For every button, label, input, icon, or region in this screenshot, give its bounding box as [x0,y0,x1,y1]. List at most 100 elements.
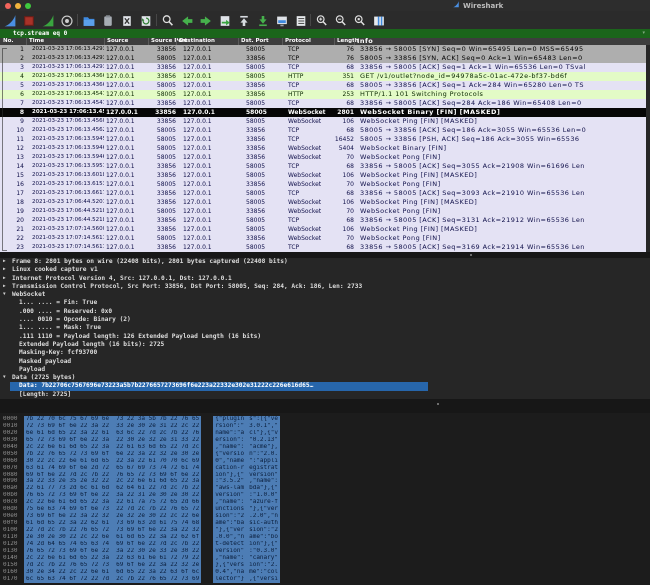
hex-row-0090[interactable]: 0090 3a 22 33 2e 35 2e 32 22 2c 22 6e 61 6… [0,478,650,486]
packet-row-10[interactable]: 102021-03-23 17:06:13.456244127.0.0.1580… [0,126,650,135]
packet-row-15[interactable]: 152021-03-23 17:06:13.601861127.0.0.1338… [0,171,650,180]
zoom-out-icon[interactable] [334,13,348,27]
hex-row-0060[interactable]: 0060 30 22 2c 22 6e 61 6d 65 22 3a 22 61 7… [0,457,650,465]
detail-line[interactable]: ▶ Linux cooked capture v1 [0,266,650,274]
detail-line[interactable]: ▼ WebSocket [0,291,650,299]
packet-row-7[interactable]: 72021-03-23 17:06:13.454141127.0.0.13385… [0,99,650,108]
packet-row-6[interactable]: 62021-03-23 17:06:13.454111127.0.0.15800… [0,90,650,99]
column-header-no[interactable]: No. [0,38,26,45]
packet-row-23[interactable]: 232021-03-23 17:07:14.561170127.0.0.1338… [0,243,650,252]
hex-row-00c0[interactable]: 00c0 2c 22 6e 61 6d 65 22 3a 22 61 7a 75 7… [0,499,650,507]
detail-line[interactable]: ▼ Data (2725 bytes) [0,374,650,382]
go-first-packet-icon[interactable] [237,13,251,27]
resize-columns-icon[interactable] [372,13,386,27]
zoom-window-button[interactable] [25,2,31,9]
column-header-time[interactable]: Time [26,38,104,45]
packet-row-20[interactable]: 202021-03-23 17:06:44.521892127.0.0.1338… [0,216,650,225]
column-header-source-port[interactable]: Source Port [148,38,187,45]
go-last-packet-icon[interactable] [256,13,270,27]
packet-row-13[interactable]: 132021-03-23 17:06:13.594688127.0.0.1580… [0,153,650,162]
packet-row-4[interactable]: 42021-03-23 17:06:13.436600127.0.0.13385… [0,72,650,81]
detail-line[interactable]: .... 0010 = Opcode: Binary (2) [0,316,650,324]
hex-row-0000[interactable]: 0000 7b 22 70 6c 75 67 69 6e 73 22 3a 5b 7… [0,416,650,423]
packet-row-18[interactable]: 182021-03-23 17:06:44.520197127.0.0.1338… [0,198,650,207]
column-header-protocol[interactable]: Protocol [282,38,334,45]
open-file-icon[interactable] [82,13,96,27]
display-filter-input[interactable]: tcp.stream eq 0 [13,29,67,38]
packet-row-14[interactable]: 142021-03-23 17:06:13.595176127.0.0.1338… [0,162,650,171]
find-packet-icon[interactable] [161,13,175,27]
go-forward-icon[interactable] [199,13,213,27]
column-header-source[interactable]: Source [104,38,148,45]
close-file-icon[interactable] [120,13,134,27]
pane-splitter-bottom[interactable] [0,399,650,413]
detail-line[interactable]: Masked payload [0,358,650,366]
hex-row-0140[interactable]: 0140 2c 22 6e 61 6d 65 22 3a 22 63 61 6e 6… [0,554,650,562]
detail-line[interactable]: Extended Payload length (16 bits): 2725 [0,341,650,349]
zoom-in-icon[interactable] [315,13,329,27]
restart-capture-icon[interactable] [41,13,55,27]
minimize-window-button[interactable] [15,2,21,9]
hex-row-0020[interactable]: 0020 6e 61 6d 65 22 3a 22 61 63 6c 22 7d 2… [0,429,650,437]
hex-row-0110[interactable]: 0110 2e 30 2e 30 22 2c 22 6e 61 6d 65 22 3… [0,533,650,541]
detail-line[interactable]: Payload [0,366,650,374]
hex-row-0170[interactable]: 0170 6c 65 63 74 6f 72 22 7d 2c 7b 22 76 6… [0,575,650,583]
colorize-packets-icon[interactable] [275,13,289,27]
packet-row-12[interactable]: 122021-03-23 17:06:13.594630127.0.0.1580… [0,144,650,153]
zoom-reset-icon[interactable] [353,13,367,27]
packet-row-2[interactable]: 22021-03-23 17:06:13.429360127.0.0.15800… [0,54,650,63]
packet-row-22[interactable]: 222021-03-23 17:07:14.561136127.0.0.1580… [0,234,650,243]
expand-arrow-icon[interactable]: ▶ [3,258,6,266]
packet-row-5[interactable]: 52021-03-23 17:06:13.436622127.0.0.15800… [0,81,650,90]
hex-row-0150[interactable]: 0150 7d 2c 7b 22 76 65 72 73 69 6f 6e 22 3… [0,561,650,569]
detail-line[interactable]: ▶ Transmission Control Protocol, Src Port… [0,283,650,291]
hex-row-0030[interactable]: 0030 65 72 73 69 6f 6e 22 3a 22 30 2e 32 2… [0,436,650,444]
start-capture-icon[interactable] [3,13,17,27]
detail-line[interactable]: ▶ Internet Protocol Version 4, Src: 127.0… [0,275,650,283]
capture-options-icon[interactable] [60,13,74,27]
hex-row-0100[interactable]: 0100 22 7d 2c 7b 22 76 65 72 73 69 6f 6e 2… [0,527,650,534]
detail-line[interactable]: 1... .... = Fin: True [0,299,650,307]
packet-row-16[interactable]: 162021-03-23 17:06:13.615311127.0.0.1580… [0,180,650,189]
hex-row-0040[interactable]: 0040 2c 22 6e 61 6d 65 22 3a 22 61 63 6d 6… [0,443,650,451]
hex-row-0080[interactable]: 0080 69 6f 6e 22 7d 2c 7b 22 76 65 72 73 6… [0,471,650,479]
detail-line[interactable]: ▶ Frame 8: 2801 bytes on wire (22408 bits… [0,258,650,266]
expand-arrow-icon[interactable]: ▶ [3,283,6,291]
save-file-icon[interactable] [101,13,115,27]
hex-row-00a0[interactable]: 00a0 22 61 77 73 2d 6c 61 6d 62 64 61 22 7… [0,485,650,493]
hex-row-00d0[interactable]: 00d0 75 6e 63 74 69 6f 6e 73 22 7d 2c 7b 2… [0,506,650,514]
hex-row-0010[interactable]: 0010 72 73 69 6f 6e 22 3a 22 33 2e 30 2e 3… [0,422,650,430]
packet-row-1[interactable]: 12021-03-23 17:06:13.429330127.0.0.13385… [0,45,650,54]
column-header-length[interactable]: Length [334,38,359,45]
packet-row-11[interactable]: 112021-03-23 17:06:13.594507127.0.0.1580… [0,135,650,144]
detail-line[interactable]: 1... .... = Mask: True [0,324,650,332]
collapse-arrow-icon[interactable]: ▼ [3,374,6,382]
expand-arrow-icon[interactable]: ▶ [3,266,6,274]
detail-line[interactable]: .000 .... = Reserved: 0x0 [0,308,650,316]
detail-line[interactable]: Masking-Key: fcf93700 [0,349,650,357]
column-header-info[interactable]: Info [354,38,650,45]
detail-line[interactable]: .111 1110 = Payload length: 126 Extended… [0,333,650,341]
hex-row-0070[interactable]: 0070 63 61 74 69 6f 6e 2d 72 65 67 69 73 7… [0,464,650,472]
reload-icon[interactable] [139,13,153,27]
column-header-destination[interactable]: Destination [176,38,238,45]
go-back-icon[interactable] [180,13,194,27]
detail-line[interactable]: [Length: 2725] [0,391,650,399]
column-header-dst-port[interactable]: Dst. Port [238,38,282,45]
hex-row-00b0[interactable]: 00b0 76 65 72 73 69 6f 6e 22 3a 22 31 2e 3… [0,492,650,500]
auto-scroll-icon[interactable] [294,13,308,27]
packet-row-9[interactable]: 92021-03-23 17:06:13.456090127.0.0.13385… [0,117,650,126]
close-window-button[interactable] [5,2,11,9]
go-to-packet-icon[interactable] [218,13,232,27]
hex-row-0050[interactable]: 0050 7b 22 76 65 72 73 69 6f 6e 22 3a 22 3… [0,450,650,458]
stop-capture-icon[interactable] [22,13,36,27]
packet-row-19[interactable]: 192021-03-23 17:06:44.521848127.0.0.1580… [0,207,650,216]
packet-row-21[interactable]: 212021-03-23 17:07:14.560068127.0.0.1338… [0,225,650,234]
hex-row-00f0[interactable]: 00f0 61 6d 65 22 3a 22 62 61 73 69 63 2d 6… [0,520,650,527]
hex-row-00e0[interactable]: 00e0 73 69 6f 6e 22 3a 22 32 2e 32 2e 30 2… [0,513,650,521]
hex-row-0160[interactable]: 0160 30 2e 34 22 2c 22 6e 61 6d 65 22 3a 2… [0,568,650,576]
hex-row-0120[interactable]: 0120 74 2d 64 65 74 65 63 74 69 6f 6e 22 7… [0,540,650,548]
packet-row-17[interactable]: 172021-03-23 17:06:13.661717127.0.0.1338… [0,189,650,198]
packet-list-scrollbar[interactable] [646,45,650,252]
hex-row-0130[interactable]: 0130 76 65 72 73 69 6f 6e 22 3a 22 30 2e 3… [0,547,650,555]
